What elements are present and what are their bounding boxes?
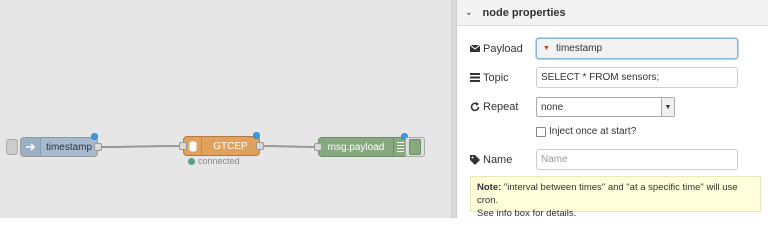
name-label-wrap: Name [470,154,536,166]
tag-icon [470,154,480,165]
gtcep-node-label: GTCEP [213,140,248,152]
topic-label-wrap: Topic [470,72,536,84]
repeat-row: Repeat none ▼ [470,97,675,117]
inject-node[interactable]: timestamp [20,137,102,157]
gtcep-output-port[interactable] [256,142,264,150]
name-placeholder: Name [541,154,568,165]
chevron-down-icon: ⌄ [465,7,473,17]
select-arrow-icon[interactable]: ▼ [661,98,674,116]
debug-toggle-button[interactable] [409,139,421,155]
caret-down-icon[interactable]: ▼ [543,45,550,52]
inject-arrow-icon [21,138,41,156]
note-text-2: See info box for details. [477,208,577,219]
inject-trigger-button[interactable] [6,139,18,155]
payload-value: timestamp [555,43,603,54]
payload-row: Payload ▼ timestamp [469,38,738,59]
status-dot-icon [188,157,195,165]
tasks-icon [470,72,480,83]
payload-field[interactable]: ▼ timestamp [536,38,738,59]
gtcep-node[interactable]: GTCEP [179,136,264,156]
info-note: Note: "interval between times" and "at a… [470,176,761,219]
inject-once-label: Inject once at start? [549,126,637,137]
envelope-icon [469,44,481,54]
wires [97,145,319,148]
repeat-select[interactable]: none ▼ [536,97,675,117]
repeat-label-wrap: Repeat [470,101,536,113]
gtcep-status-text: connected [198,156,240,166]
name-row: Name Name [470,149,738,170]
name-label: Name [483,153,513,166]
wire-inject-gtcep [97,145,184,148]
topic-row: Topic SELECT * FROM sensors; [470,67,738,88]
debug-node[interactable]: msg.payload [314,137,408,157]
note-text: "interval between times" and "at a speci… [477,182,738,206]
debug-toggle-frame[interactable] [405,137,425,157]
repeat-icon [470,102,480,112]
payload-label: Payload [483,42,523,55]
note-prefix: Note: [477,182,502,193]
inject-once-row: Inject once at start? [536,126,636,137]
properties-panel: ⌄ node properties Payload ▼ timestamp To… [457,0,768,219]
inject-node-label: timestamp [45,141,93,153]
name-input[interactable]: Name [536,149,738,170]
repeat-value: none [541,101,564,113]
inject-output-port[interactable] [94,143,102,151]
section-title: node properties [482,6,566,19]
topic-label: Topic [483,71,509,84]
debug-node-label: msg.payload [327,141,385,153]
gtcep-status: connected [188,156,240,166]
gtcep-input-port[interactable] [179,142,187,150]
repeat-label: Repeat [483,101,519,113]
node-properties-header[interactable]: ⌄ node properties [457,0,768,26]
debug-input-port[interactable] [314,143,322,151]
topic-value: SELECT * FROM sensors; [541,72,660,83]
inject-once-checkbox[interactable] [536,126,546,137]
flow-canvas[interactable]: timestamp GTCEP connected msg.payload [0,0,451,218]
topic-input[interactable]: SELECT * FROM sensors; [536,67,738,88]
inject-changed-indicator [91,133,98,140]
gtcep-changed-indicator [253,132,260,139]
payload-label-wrap: Payload [469,42,536,55]
wire-gtcep-debug [259,145,319,148]
